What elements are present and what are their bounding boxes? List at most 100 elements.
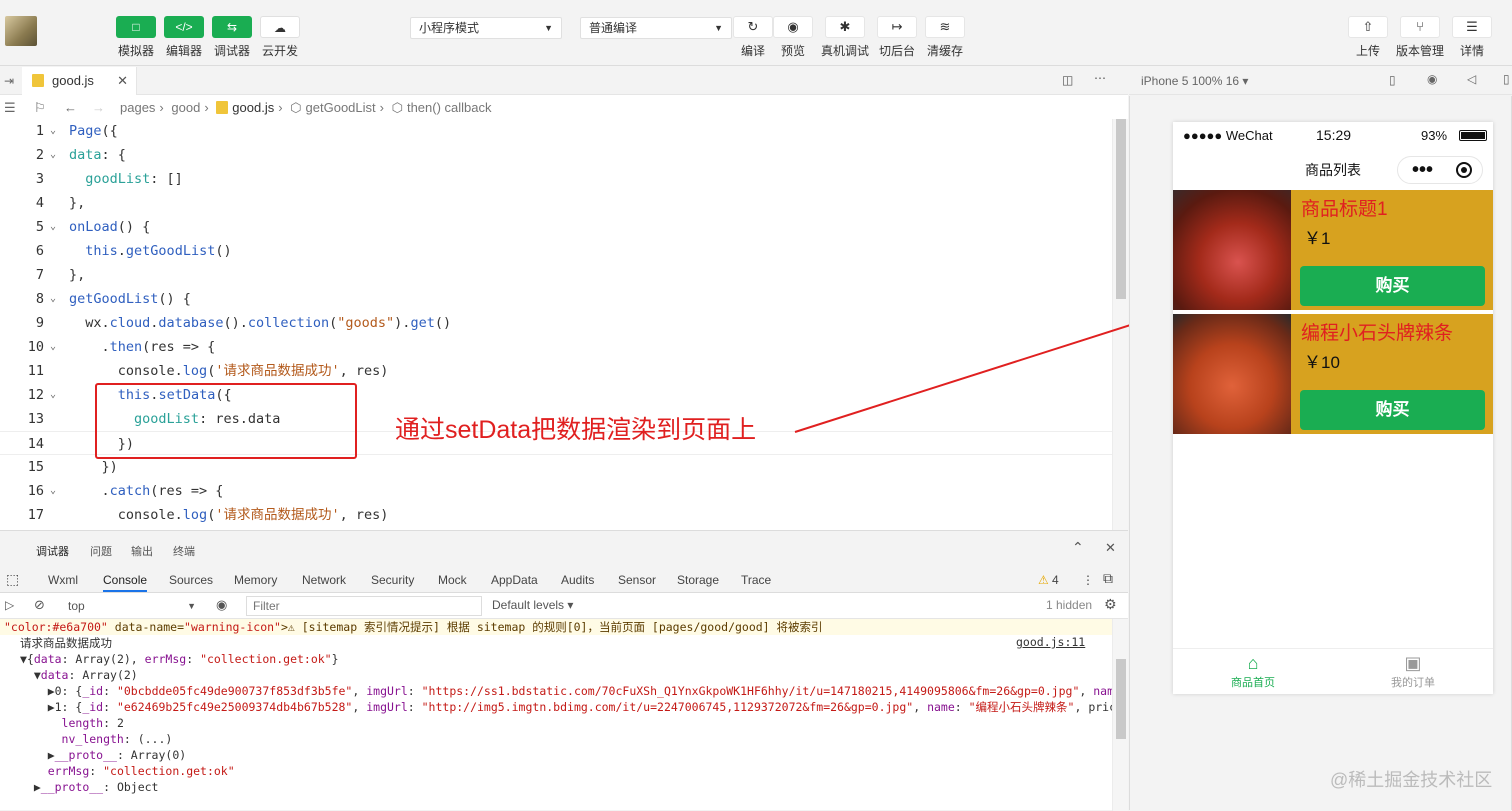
close-icon[interactable]: ✕ (1105, 540, 1116, 556)
split-editor-icon[interactable]: ◫ (1062, 73, 1073, 87)
console-warning[interactable]: "color:#e6a700" data-name="warning-icon"… (0, 619, 1112, 635)
debugger-button[interactable]: ⇆ 调试器 (210, 16, 254, 59)
rotate-icon[interactable]: ▯ (1503, 72, 1510, 86)
close-icon[interactable]: ✕ (117, 67, 128, 95)
tab-audits[interactable]: Audits (561, 573, 594, 587)
console-line[interactable]: ▶1: {_id: "e62469b25fc49e25009374db4b67b… (0, 699, 1112, 715)
code-line[interactable]: 5 ⌄ onLoad() { (0, 215, 1112, 239)
levels-select[interactable]: Default levels ▾ (492, 598, 573, 612)
code-line[interactable]: 1 ⌄ Page({ (0, 119, 1112, 143)
tab-mock[interactable]: Mock (438, 573, 467, 587)
details-button[interactable]: ☰ 详情 (1452, 16, 1492, 59)
context-select[interactable]: top ▼ (62, 596, 200, 616)
code-line[interactable]: 6 this.getGoodList() (0, 239, 1112, 263)
console-line[interactable]: errMsg: "collection.get:ok" (0, 763, 1112, 779)
device-select[interactable]: iPhone 5 100% 16 ▾ (1141, 74, 1248, 88)
code-line[interactable]: 8 ⌄ getGoodList() { (0, 287, 1112, 311)
tab-console[interactable]: Console (103, 573, 148, 592)
fold-icon[interactable]: ⌄ (50, 479, 56, 503)
source-link[interactable]: good.js:11 (1016, 635, 1085, 649)
code-line[interactable]: 3 goodList: [] (0, 167, 1112, 191)
inspect-icon[interactable]: ⬚ (6, 571, 19, 588)
tab-sources[interactable]: Sources (169, 573, 213, 587)
breadcrumb-good[interactable]: good (171, 100, 200, 115)
filter-input[interactable] (246, 596, 482, 616)
fold-icon[interactable]: ⌄ (50, 143, 56, 167)
console-line[interactable]: ▼data: Array(2) (0, 667, 1112, 683)
compile-button[interactable]: ↻ 编译 (733, 16, 773, 59)
record-icon[interactable]: ◉ (1427, 72, 1437, 86)
code-line[interactable]: 17 console.log('请求商品数据成功', res) (0, 503, 1112, 527)
tab-issues[interactable]: 问题 (90, 543, 112, 559)
code-line[interactable]: 4}, (0, 191, 1112, 215)
mode-select[interactable]: 小程序模式 ▼ (410, 17, 562, 39)
fold-icon[interactable]: ⌄ (50, 287, 56, 311)
breadcrumb-pages[interactable]: pages (120, 100, 155, 115)
console-line[interactable]: 请求商品数据成功 (0, 635, 1112, 651)
forward-icon[interactable]: → (92, 95, 105, 121)
console-output[interactable]: "color:#e6a700" data-name="warning-icon"… (0, 619, 1112, 811)
console-line[interactable]: ▼{data: Array(2), errMsg: "collection.ge… (0, 651, 1112, 667)
eye-icon[interactable]: ◉ (216, 597, 227, 613)
back-icon[interactable]: ← (64, 95, 77, 121)
list-icon[interactable]: ☰ (4, 95, 16, 121)
console-scrollbar[interactable] (1112, 619, 1128, 811)
console-line[interactable]: length: 2 (0, 715, 1112, 731)
buy-button[interactable]: 购买 (1300, 390, 1485, 430)
tabbar-item-orders[interactable]: ▣ 我的订单 (1363, 653, 1463, 690)
tab-network[interactable]: Network (302, 573, 346, 587)
console-line[interactable]: ▶__proto__: Object (0, 779, 1112, 795)
tab-security[interactable]: Security (371, 573, 414, 587)
code-line[interactable]: 16 ⌄ .catch(res => { (0, 479, 1112, 503)
tab-wxml[interactable]: Wxml (48, 573, 78, 587)
preview-button[interactable]: ◉ 预览 (773, 16, 813, 59)
fold-icon[interactable]: ⌄ (50, 215, 56, 239)
sidebar-toggle-icon[interactable]: ▷ (5, 598, 14, 612)
phone-icon[interactable]: ▯ (1389, 73, 1396, 87)
more-icon[interactable]: ⋯ (1094, 71, 1106, 85)
buy-button[interactable]: 购买 (1300, 266, 1485, 306)
upload-button[interactable]: ⇧ 上传 (1348, 16, 1388, 59)
breadcrumb-function[interactable]: getGoodList (306, 100, 376, 115)
console-line[interactable]: ▶__proto__: Array(0) (0, 747, 1112, 763)
console-line[interactable]: nv_length: (...) (0, 731, 1112, 747)
code-line[interactable]: 9 wx.cloud.database().collection("goods"… (0, 311, 1112, 335)
volume-icon[interactable]: ◁ (1467, 72, 1476, 86)
editor-scrollbar[interactable] (1112, 119, 1128, 530)
editor-button[interactable]: </> 编辑器 (162, 16, 206, 59)
compile-select[interactable]: 普通编译 ▼ (580, 17, 732, 39)
fold-icon[interactable]: ⌄ (50, 335, 56, 359)
code-area[interactable]: 1 ⌄ Page({2 ⌄ data: {3 goodList: [] 4}, 5 ⌄ onLo… (0, 119, 1112, 530)
code-line[interactable]: 7}, (0, 263, 1112, 287)
menu-capsule[interactable]: ••• (1397, 156, 1483, 184)
warning-count[interactable]: 4 (1052, 573, 1059, 587)
tab-good-js[interactable]: good.js ✕ (22, 67, 137, 95)
more-dots-icon[interactable]: ••• (1412, 150, 1433, 190)
background-button[interactable]: ↦ 切后台 (877, 16, 917, 59)
tab-appdata[interactable]: AppData (491, 573, 538, 587)
tab-terminal[interactable]: 终端 (173, 543, 195, 559)
breadcrumb-file[interactable]: good.js (232, 100, 274, 115)
simulator-button[interactable]: □ 模拟器 (114, 16, 158, 59)
close-mini-program-icon[interactable] (1456, 162, 1472, 178)
code-line[interactable]: 2 ⌄ data: { (0, 143, 1112, 167)
code-line[interactable]: 10 ⌄ .then(res => { (0, 335, 1112, 359)
chevron-up-icon[interactable]: ⌃ (1072, 539, 1084, 556)
tab-output[interactable]: 输出 (131, 543, 153, 559)
scroll-thumb[interactable] (1116, 659, 1126, 739)
breadcrumb-callback[interactable]: then() callback (407, 100, 492, 115)
clear-cache-button[interactable]: ≋ 清缓存 (925, 16, 965, 59)
tabbar-item-home[interactable]: ⌂ 商品首页 (1203, 653, 1303, 690)
fold-icon[interactable]: ⌄ (50, 119, 56, 143)
cloud-button[interactable]: ☁ 云开发 (258, 16, 302, 59)
dock-icon[interactable]: ⧉ (1103, 570, 1113, 587)
avatar[interactable] (5, 16, 37, 46)
kebab-icon[interactable]: ⋮ (1082, 573, 1094, 587)
tab-trace[interactable]: Trace (741, 573, 771, 587)
version-button[interactable]: ⑂ 版本管理 (1396, 16, 1444, 59)
clear-console-icon[interactable]: ⊘ (34, 597, 45, 613)
collapse-icon[interactable]: ⇥ (4, 74, 14, 88)
tab-debugger[interactable]: 调试器 (36, 543, 69, 559)
tab-sensor[interactable]: Sensor (618, 573, 656, 587)
code-line[interactable]: 11 console.log('请求商品数据成功', res) (0, 359, 1112, 383)
